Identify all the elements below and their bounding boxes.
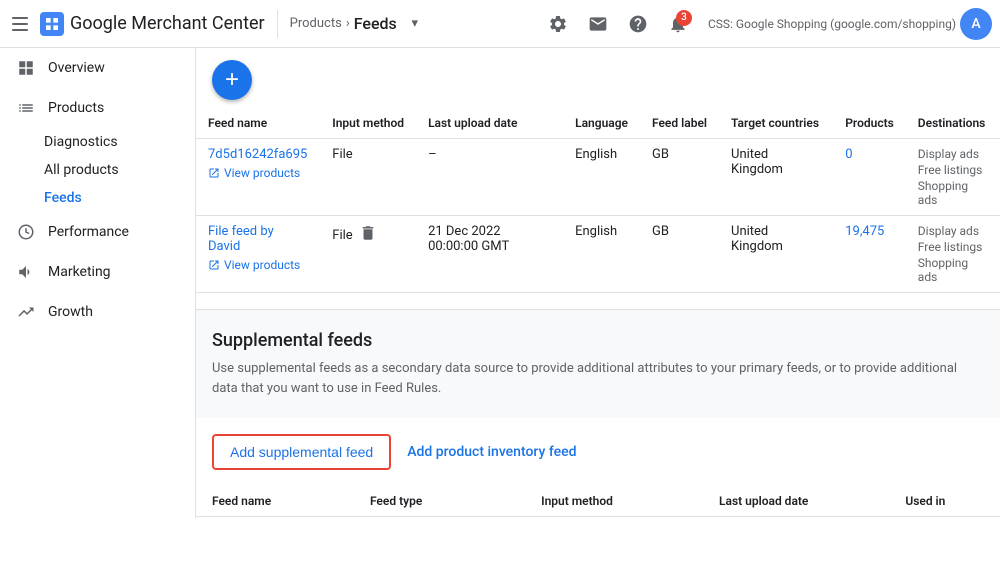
- language-cell: English: [563, 139, 640, 216]
- help-icon[interactable]: [620, 6, 656, 42]
- notifications-icon[interactable]: 3: [660, 6, 696, 42]
- feed-label-cell-2: GB: [640, 216, 719, 293]
- main-content: + Feed name Input method Last upload dat…: [196, 48, 1000, 518]
- supplemental-buttons-area: Add supplemental feed Add product invent…: [196, 418, 1000, 486]
- col-target-countries: Target countries: [719, 108, 833, 139]
- delete-feed-icon[interactable]: [359, 224, 377, 246]
- settings-icon[interactable]: [540, 6, 576, 42]
- last-upload-cell: –: [416, 139, 563, 216]
- supp-col-input-method: Input method: [525, 486, 703, 517]
- primary-feeds-table: Feed name Input method Last upload date …: [196, 108, 1000, 293]
- destinations-cell: Display ads Free listings Shopping ads: [906, 139, 1000, 216]
- breadcrumb-parent[interactable]: Products: [290, 16, 342, 31]
- sidebar: Overview Products Diagnostics All produc…: [0, 48, 196, 518]
- last-upload-cell-2: 21 Dec 2022 00:00:00 GMT: [416, 216, 563, 293]
- top-header: Google Merchant Center Products › Feeds …: [0, 0, 1000, 48]
- marketing-icon: [16, 262, 36, 282]
- sidebar-item-products[interactable]: Products: [0, 88, 187, 128]
- feed-name-link-2[interactable]: File feed by David: [208, 224, 274, 254]
- col-input-method: Input method: [320, 108, 416, 139]
- view-products-link[interactable]: View products: [208, 166, 308, 180]
- table-row: 7d5d16242fa695 View products File – Engl…: [196, 139, 1000, 216]
- table-row: File feed by David View products File: [196, 216, 1000, 293]
- sidebar-item-feeds[interactable]: Feeds: [0, 184, 187, 212]
- sidebar-item-growth[interactable]: Growth: [0, 292, 187, 332]
- input-method-cell: File: [320, 139, 416, 216]
- growth-icon: [16, 302, 36, 322]
- app-title: Google Merchant Center: [70, 13, 265, 34]
- logo-icon: [40, 12, 64, 36]
- col-destinations: Destinations: [906, 108, 1000, 139]
- page-layout: Overview Products Diagnostics All produc…: [0, 48, 1000, 518]
- breadcrumb: Products › Feeds: [290, 14, 397, 33]
- sidebar-item-growth-label: Growth: [48, 304, 93, 320]
- overview-icon: [16, 58, 36, 78]
- sidebar-item-overview-label: Overview: [48, 60, 105, 76]
- supplemental-description: Use supplemental feeds as a secondary da…: [212, 359, 984, 398]
- col-feed-label: Feed label: [640, 108, 719, 139]
- sidebar-item-marketing-label: Marketing: [48, 264, 111, 280]
- col-feed-name: Feed name: [196, 108, 320, 139]
- performance-icon: [16, 222, 36, 242]
- primary-feeds-table-section: Feed name Input method Last upload date …: [196, 108, 1000, 309]
- feed-name-link[interactable]: 7d5d16242fa695: [208, 147, 307, 162]
- feed-name-cell: File feed by David View products: [196, 216, 320, 293]
- supp-col-feed-type: Feed type: [354, 486, 525, 517]
- supp-col-last-upload: Last upload date: [703, 486, 889, 517]
- col-language: Language: [563, 108, 640, 139]
- header-divider: [277, 10, 278, 38]
- target-countries-cell-2: United Kingdom: [719, 216, 833, 293]
- mail-icon[interactable]: [580, 6, 616, 42]
- col-products: Products: [833, 108, 906, 139]
- target-countries-cell: United Kingdom: [719, 139, 833, 216]
- account-dropdown[interactable]: ▾: [405, 14, 425, 34]
- supplemental-title: Supplemental feeds: [212, 330, 984, 351]
- add-feed-button[interactable]: +: [212, 60, 252, 100]
- language-cell-2: English: [563, 216, 640, 293]
- header-icons: 3 CSS: Google Shopping (google.com/shopp…: [540, 6, 992, 42]
- account-avatar[interactable]: A: [960, 8, 992, 40]
- input-method-cell-2: File: [320, 216, 416, 293]
- col-last-upload: Last upload date: [416, 108, 563, 139]
- sidebar-item-marketing[interactable]: Marketing: [0, 252, 187, 292]
- breadcrumb-separator: ›: [346, 16, 350, 31]
- products-count-cell: 0: [833, 139, 906, 216]
- hamburger-menu-icon[interactable]: [8, 12, 32, 36]
- supp-col-feed-name: Feed name: [196, 486, 354, 517]
- supplemental-feeds-section: Supplemental feeds Use supplemental feed…: [196, 309, 1000, 418]
- sidebar-item-performance-label: Performance: [48, 224, 129, 240]
- destinations-cell-2: Display ads Free listings Shopping ads: [906, 216, 1000, 293]
- feed-label-cell: GB: [640, 139, 719, 216]
- fab-area: +: [196, 48, 1000, 108]
- css-label: CSS: Google Shopping (google.com/shoppin…: [708, 17, 956, 31]
- sidebar-item-overview[interactable]: Overview: [0, 48, 187, 88]
- sidebar-item-products-label: Products: [48, 100, 104, 116]
- notification-count: 3: [676, 10, 692, 26]
- breadcrumb-current: Feeds: [354, 14, 397, 33]
- sidebar-item-all-products[interactable]: All products: [0, 156, 187, 184]
- feed-name-cell: 7d5d16242fa695 View products: [196, 139, 320, 216]
- supplemental-feeds-table-section: Feed name Feed type Input method Last up…: [196, 486, 1000, 518]
- products-count-cell-2: 19,475: [833, 216, 906, 293]
- app-logo: Google Merchant Center: [40, 12, 265, 36]
- sidebar-item-performance[interactable]: Performance: [0, 212, 187, 252]
- add-product-inventory-link[interactable]: Add product inventory feed: [407, 444, 576, 460]
- sidebar-item-diagnostics[interactable]: Diagnostics: [0, 128, 187, 156]
- products-icon: [16, 98, 36, 118]
- supplemental-feeds-table: Feed name Feed type Input method Last up…: [196, 486, 1000, 518]
- add-supplemental-feed-button[interactable]: Add supplemental feed: [212, 434, 391, 470]
- supp-col-used-in: Used in: [889, 486, 1000, 517]
- view-products-link-2[interactable]: View products: [208, 258, 308, 272]
